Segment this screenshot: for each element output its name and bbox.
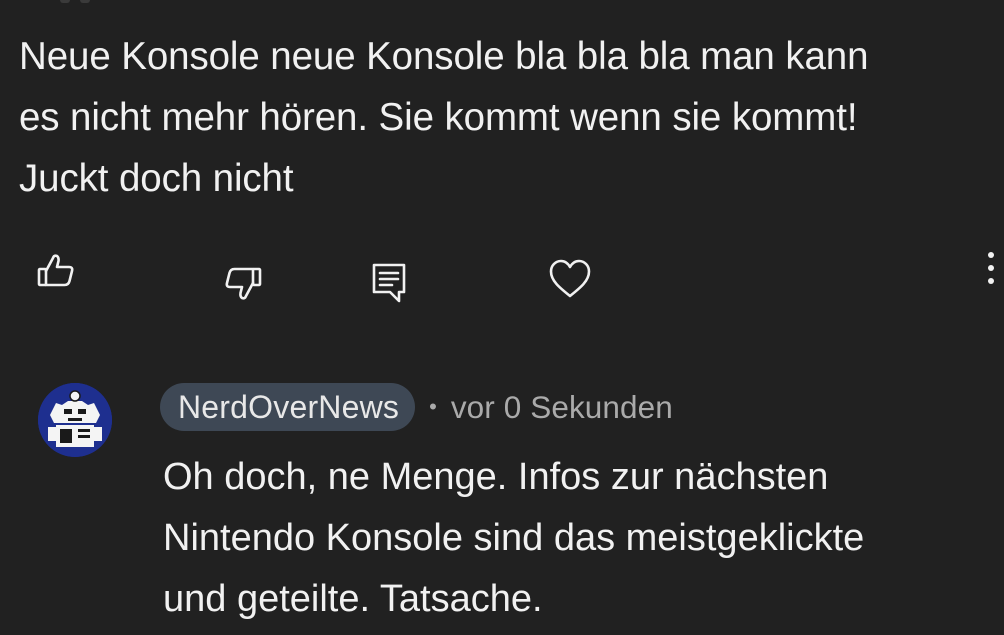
dislike-button[interactable] (222, 262, 264, 304)
reply-button[interactable] (367, 260, 411, 306)
nerd-mascot-icon (38, 383, 112, 457)
comment-text: Neue Konsole neue Konsole bla bla bla ma… (19, 35, 869, 200)
comment-reply-icon (372, 263, 406, 303)
heart-button[interactable] (546, 256, 594, 302)
reply-comment: NerdOverNews • vor 0 Sekunden Oh doch, n… (0, 370, 1004, 635)
thumbs-down-icon (225, 267, 262, 300)
previous-item-edge (0, 0, 1004, 8)
author-name[interactable]: NerdOverNews (160, 383, 416, 431)
separator-dot: • (429, 394, 437, 419)
reply-text: Oh doch, ne Menge. Infos zur nächsten Ni… (163, 456, 865, 620)
like-button[interactable] (35, 250, 77, 292)
avatar[interactable] (38, 383, 112, 457)
reply-header: NerdOverNews • vor 0 Sekunden (160, 382, 673, 432)
more-options-button[interactable] (980, 248, 1002, 292)
timestamp: vor 0 Sekunden (450, 388, 673, 425)
more-vertical-icon (988, 252, 994, 284)
thumbs-up-icon (37, 254, 74, 287)
heart-icon (549, 259, 591, 298)
